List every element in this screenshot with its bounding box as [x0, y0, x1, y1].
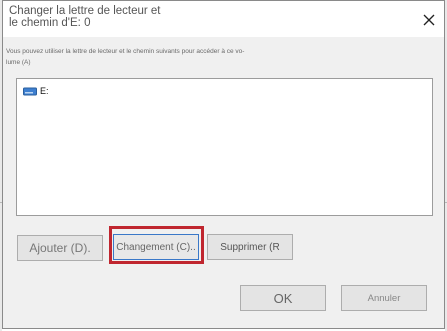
add-button[interactable]: Ajouter (D).	[17, 235, 103, 261]
drive-icon	[23, 87, 37, 95]
drive-path-list[interactable]: E:	[16, 78, 433, 216]
close-icon[interactable]	[418, 9, 440, 31]
delete-button[interactable]: Supprimer (R	[207, 234, 293, 260]
change-button-highlight	[109, 226, 204, 264]
description-line1: Vous pouvez utiliser la lettre de lecteu…	[6, 48, 245, 55]
dialog-title-line2: le chemin d'E: 0	[9, 17, 91, 29]
dialog-titlebar: Changer la lettre de lecteur et le chemi…	[3, 1, 444, 37]
list-item[interactable]: E:	[23, 84, 49, 98]
dialog-title: Changer la lettre de lecteur et le chemi…	[9, 5, 179, 29]
dialog-description: Vous pouvez utiliser la lettre de lecteu…	[6, 46, 306, 68]
ok-button[interactable]: OK	[240, 285, 326, 311]
dialog-title-line1: Changer la lettre de lecteur et	[9, 5, 161, 17]
change-drive-letter-dialog: Changer la lettre de lecteur et le chemi…	[2, 0, 445, 329]
list-item-label: E:	[40, 86, 49, 96]
screen: Changer la lettre de lecteur et le chemi…	[0, 0, 447, 331]
description-line2: lume (A)	[6, 59, 31, 66]
cancel-button[interactable]: Annuler	[341, 285, 427, 311]
